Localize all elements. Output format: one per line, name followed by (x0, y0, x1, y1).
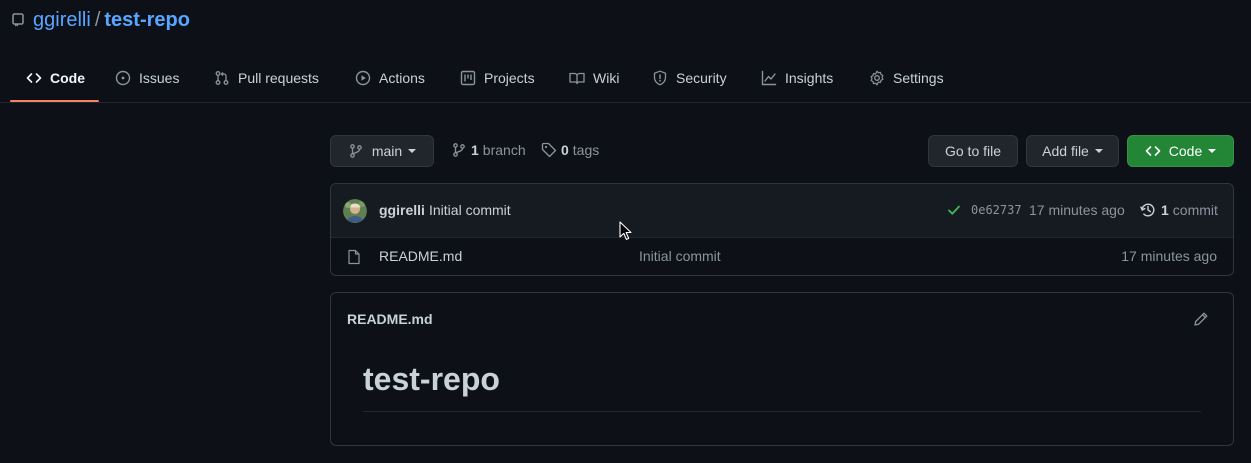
tab-projects[interactable]: Projects (460, 52, 535, 103)
tab-label: Settings (893, 69, 944, 86)
repo-name-link[interactable]: test-repo (104, 9, 190, 32)
history-icon (1140, 202, 1156, 218)
pull-request-icon (214, 70, 230, 86)
repo-path-separator: / (94, 8, 101, 31)
commit-author-link[interactable]: ggirelli (379, 202, 425, 218)
go-to-file-button[interactable]: Go to file (928, 135, 1018, 167)
active-tab-underline (10, 100, 99, 102)
tab-label: Issues (139, 69, 180, 86)
shield-icon (652, 70, 668, 86)
branch-count: 1 (471, 142, 479, 158)
add-file-label: Add file (1042, 143, 1089, 159)
branch-label: branch (482, 142, 526, 158)
tab-label: Actions (379, 69, 425, 86)
git-branch-icon (348, 143, 364, 159)
go-to-file-label: Go to file (944, 143, 1002, 159)
tab-pull-requests[interactable]: Pull requests (214, 52, 319, 103)
tab-label: Security (676, 69, 727, 86)
tab-settings[interactable]: Settings (869, 52, 944, 103)
chevron-down-icon (408, 149, 417, 153)
table-row: README.md Initial commit 17 minutes ago (331, 238, 1233, 275)
mouse-cursor-icon (619, 221, 632, 241)
book-icon (569, 70, 585, 86)
code-dropdown-button[interactable]: Code (1127, 135, 1234, 167)
chevron-down-icon (1094, 149, 1103, 153)
tab-actions[interactable]: Actions (355, 52, 425, 103)
file-icon (347, 249, 361, 265)
tag-label: tags (572, 142, 600, 158)
tags-link[interactable]: 0 tags (541, 140, 599, 160)
project-icon (460, 70, 476, 86)
check-icon[interactable] (947, 203, 961, 217)
repo-owner-link[interactable]: ggirelli (33, 9, 91, 32)
graph-icon (761, 70, 777, 86)
branch-selector-label: main (371, 143, 403, 159)
commit-message-link[interactable]: Initial commit (429, 202, 511, 218)
repo-nav-tabs: Code Issues Pull requests Actions Projec… (0, 52, 1251, 103)
code-icon (26, 70, 42, 86)
commit-history-link[interactable]: 1 commit (1140, 202, 1218, 218)
readme-filename[interactable]: README.md (347, 311, 433, 327)
repo-icon (12, 13, 24, 27)
tab-insights[interactable]: Insights (761, 52, 833, 103)
commit-count-label: commit (1172, 202, 1218, 218)
branches-link[interactable]: 1 branch (451, 140, 526, 160)
repo-header: ggirelli / test-repo (12, 8, 190, 32)
branch-selector-button[interactable]: main (330, 135, 434, 167)
code-icon (1145, 143, 1161, 159)
file-commit-time: 17 minutes ago (1121, 248, 1217, 264)
avatar[interactable] (343, 199, 367, 223)
tab-issues[interactable]: Issues (115, 52, 179, 103)
tab-label: Wiki (593, 69, 620, 86)
commit-count: 1 (1161, 202, 1169, 218)
tab-label: Code (50, 69, 85, 86)
commit-time: 17 minutes ago (1029, 202, 1125, 218)
file-commit-message-link[interactable]: Initial commit (639, 248, 721, 264)
file-name-link[interactable]: README.md (379, 248, 462, 264)
readme-heading: test-repo (363, 361, 500, 397)
pencil-icon[interactable] (1193, 311, 1209, 327)
heading-divider (363, 411, 1201, 412)
add-file-button[interactable]: Add file (1026, 135, 1119, 167)
code-button-label: Code (1168, 143, 1203, 159)
tag-icon (541, 142, 557, 158)
tab-wiki[interactable]: Wiki (569, 52, 619, 103)
play-icon (355, 70, 371, 86)
tab-label: Projects (484, 69, 535, 86)
tab-security[interactable]: Security (652, 52, 727, 103)
latest-commit-bar: ggirelli Initial commit 0e62737 17 minut… (331, 184, 1233, 238)
readme-panel: README.md test-repo (330, 292, 1234, 446)
issue-icon (115, 70, 131, 86)
git-branch-icon (451, 142, 467, 158)
gear-icon (869, 70, 885, 86)
tab-label: Insights (785, 69, 834, 86)
tag-count: 0 (561, 142, 569, 158)
tab-label: Pull requests (238, 69, 319, 86)
chevron-down-icon (1208, 149, 1217, 153)
file-listing: ggirelli Initial commit 0e62737 17 minut… (330, 183, 1234, 276)
tab-code[interactable]: Code (26, 52, 85, 103)
commit-sha-link[interactable]: 0e62737 (971, 203, 1022, 217)
